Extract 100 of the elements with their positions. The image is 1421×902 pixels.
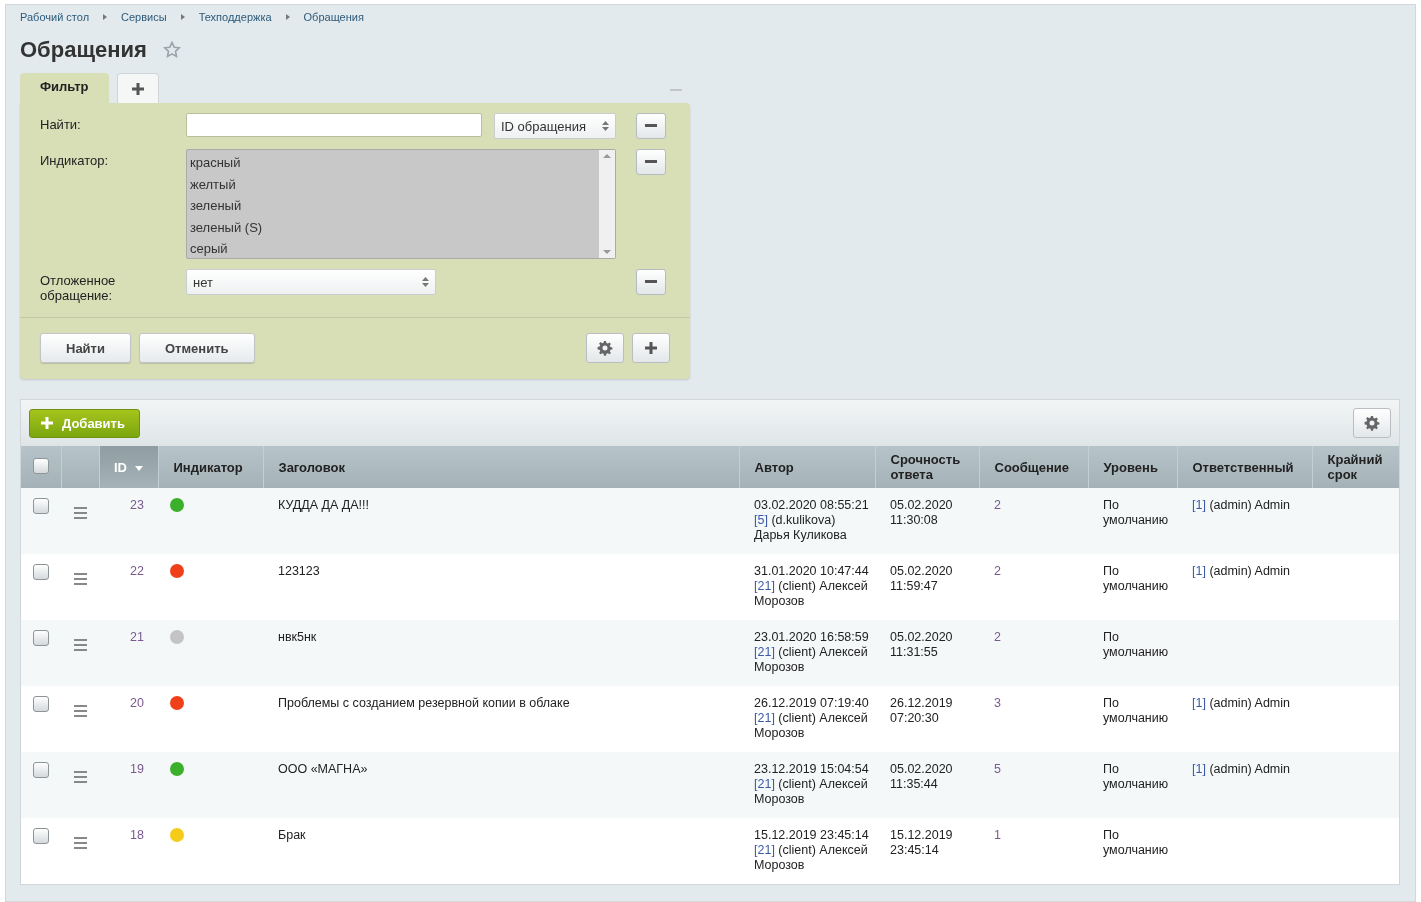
messages-link[interactable]: 3: [994, 696, 1001, 710]
responsible-text: [1] (admin) Admin: [1192, 564, 1290, 578]
user-link[interactable]: [21]: [754, 711, 775, 725]
messages-link[interactable]: 2: [994, 564, 1001, 578]
remove-field-button[interactable]: [636, 269, 666, 295]
column-header[interactable]: Заголовок: [263, 446, 739, 488]
id-link[interactable]: 19: [130, 762, 144, 776]
filter-button[interactable]: Найти: [40, 333, 131, 363]
column-header[interactable]: Автор: [739, 446, 875, 488]
menu-icon[interactable]: [73, 639, 87, 651]
messages-link[interactable]: 2: [994, 498, 1001, 512]
id-link[interactable]: 20: [130, 696, 144, 710]
urgency-text: 26.12.2019 07:20:30: [890, 696, 953, 725]
author-text: 03.02.2020 08:55:21 [5] (d.kulikova) Дарья Куликова: [754, 498, 869, 542]
column-header[interactable]: Срочность ответа: [875, 446, 979, 488]
id-link[interactable]: 23: [130, 498, 144, 512]
field-label: Найти:: [40, 116, 82, 132]
user-link[interactable]: [1]: [1192, 498, 1206, 512]
select-all-checkbox[interactable]: [32, 457, 49, 474]
settings-icon: [1364, 415, 1380, 431]
responsible-text: [1] (admin) Admin: [1192, 696, 1290, 710]
postponed-select[interactable]: нет: [186, 269, 436, 295]
urgency-text: 05.02.2020 11:30:08: [890, 498, 953, 527]
ticket-title: Проблемы с созданием резервной копии в облаке: [278, 696, 570, 710]
author-text: 31.01.2020 10:47:44 [21] (client) Алексей Морозов: [754, 564, 869, 608]
search-field[interactable]: [186, 113, 482, 137]
star-icon[interactable]: [162, 41, 181, 59]
menu-icon[interactable]: [73, 705, 87, 717]
breadcrumb-link[interactable]: Рабочий стол: [20, 11, 90, 23]
responsible-text: [1] (admin) Admin: [1192, 498, 1290, 512]
level-text: По умолчанию: [1103, 762, 1169, 791]
add-field-button[interactable]: [632, 333, 670, 363]
column-header[interactable]: Сообщение: [979, 446, 1088, 488]
user-link[interactable]: [1]: [1192, 696, 1206, 710]
column-header[interactable]: Индикатор: [158, 446, 263, 488]
user-link[interactable]: [21]: [754, 645, 775, 659]
breadcrumb-link[interactable]: Обращения: [303, 11, 364, 23]
user-link[interactable]: [5]: [754, 513, 768, 527]
user-link[interactable]: [21]: [754, 579, 775, 593]
row-checkbox[interactable]: [33, 564, 49, 580]
ticket-title: КУДДА ДА ДА!!!: [278, 498, 370, 512]
minus-icon: [645, 160, 657, 164]
row-checkbox[interactable]: [33, 696, 49, 712]
chevron-icon: [103, 14, 108, 20]
level-text: По умолчанию: [1103, 498, 1169, 527]
sort-down-icon: [135, 465, 143, 471]
settings-button[interactable]: [586, 333, 624, 363]
menu-icon[interactable]: [73, 507, 87, 519]
id-link[interactable]: 18: [130, 828, 144, 842]
minus-icon: [645, 124, 657, 128]
chevron-icon: [180, 14, 185, 20]
remove-field-button[interactable]: [636, 149, 666, 175]
user-link[interactable]: [1]: [1192, 564, 1206, 578]
ticket-title: 123123: [278, 564, 320, 578]
row-checkbox[interactable]: [33, 828, 49, 844]
id-link[interactable]: 22: [130, 564, 144, 578]
menu-icon[interactable]: [73, 573, 87, 585]
updown-icon: [422, 277, 429, 287]
author-text: 15.12.2019 23:45:14 [21] (client) Алексей Морозов: [754, 828, 869, 872]
messages-link[interactable]: 2: [994, 630, 1001, 644]
urgency-text: 05.02.2020 11:59:47: [890, 564, 953, 593]
filter-button[interactable]: Отменить: [138, 333, 255, 363]
column-header[interactable]: Ответственный: [1177, 446, 1312, 488]
updown-icon: [602, 121, 609, 131]
responsible-text: [1] (admin) Admin: [1192, 762, 1290, 776]
author-text: 23.12.2019 15:04:54 [21] (client) Алексей Морозов: [754, 762, 869, 806]
filter-tab[interactable]: Фильтр: [20, 73, 109, 103]
column-header[interactable]: Крайний срок: [1312, 446, 1399, 488]
settings-icon: [597, 340, 613, 356]
page-title: Обращения: [20, 37, 147, 63]
indicator-listbox[interactable]: красный желтый зеленый зеленый (S) серый: [186, 149, 616, 259]
plus-icon: [644, 341, 658, 355]
settings-button[interactable]: [1353, 408, 1391, 438]
ticket-title: Брак: [278, 828, 306, 842]
user-link[interactable]: [21]: [754, 777, 775, 791]
user-link[interactable]: [1]: [1192, 762, 1206, 776]
messages-link[interactable]: 5: [994, 762, 1001, 776]
menu-icon[interactable]: [73, 837, 87, 849]
column-header[interactable]: Уровень: [1088, 446, 1177, 488]
messages-link[interactable]: 1: [994, 828, 1001, 842]
author-text: 23.01.2020 16:58:59 [21] (client) Алексей Морозов: [754, 630, 869, 674]
row-checkbox[interactable]: [33, 630, 49, 646]
row-checkbox[interactable]: [33, 762, 49, 778]
urgency-text: 05.02.2020 11:35:44: [890, 762, 953, 791]
id-link[interactable]: 21: [130, 630, 144, 644]
chevron-icon: [285, 14, 290, 20]
level-text: По умолчанию: [1103, 630, 1169, 659]
level-text: По умолчанию: [1103, 696, 1169, 725]
row-checkbox[interactable]: [33, 498, 49, 514]
minus-icon: [645, 280, 657, 284]
add-tab-button[interactable]: [116, 73, 159, 103]
breadcrumb-link[interactable]: Сервисы: [121, 11, 167, 23]
menu-icon[interactable]: [73, 771, 87, 783]
urgency-text: 15.12.2019 23:45:14: [890, 828, 953, 857]
breadcrumb-link[interactable]: Техподдержка: [198, 11, 272, 23]
plus-icon: [130, 81, 145, 96]
urgency-text: 05.02.2020 11:31:55: [890, 630, 953, 659]
search-type-select[interactable]: ID обращения: [494, 113, 616, 139]
user-link[interactable]: [21]: [754, 843, 775, 857]
remove-field-button[interactable]: [636, 113, 666, 139]
